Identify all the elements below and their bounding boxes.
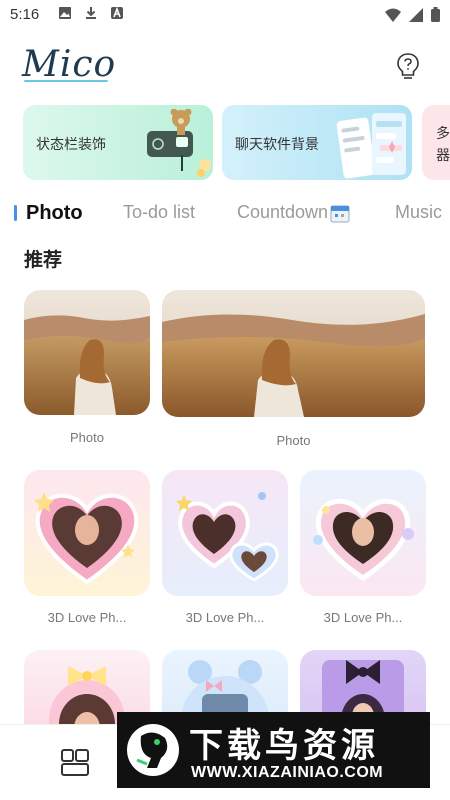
tab-photo[interactable]: Photo <box>26 202 83 225</box>
love-frame-caption: 3D Love Ph... <box>323 610 403 625</box>
lightbulb-help-icon[interactable] <box>395 52 421 82</box>
banner-more[interactable]: 多器 <box>422 105 450 180</box>
a-icon <box>111 6 123 19</box>
logo-underline <box>24 80 108 82</box>
app-logo: Mico <box>22 44 117 85</box>
image-icon <box>59 7 71 19</box>
photo-widget-caption: Photo <box>70 430 104 445</box>
phone-screens-illustration <box>336 113 406 179</box>
photo-widget-small[interactable] <box>24 290 150 415</box>
watermark-title: 下载鸟资源 <box>189 727 379 765</box>
active-tab-indicator <box>14 205 17 221</box>
love-frame-caption: 3D Love Ph... <box>185 610 265 625</box>
banner-label: 多器 <box>436 125 450 163</box>
photo-widget-wide[interactable] <box>162 290 425 417</box>
banner-label: 聊天软件背景 <box>235 136 319 152</box>
banner-label: 状态栏装饰 <box>36 136 106 152</box>
desert-girl-photo <box>162 290 425 417</box>
love-frame-caption: 3D Love Ph... <box>47 610 127 625</box>
heart-frame-illustration <box>34 492 139 585</box>
photo-widget-caption: Photo <box>276 433 311 448</box>
love-frame-widget[interactable] <box>300 470 426 596</box>
status-bar: 5:16 <box>0 0 450 30</box>
calendar-icon <box>330 205 350 223</box>
status-time: 5:16 <box>10 6 40 23</box>
battery-icon <box>431 7 440 22</box>
section-title-recommend: 推荐 <box>24 250 63 271</box>
bubble-heart-frame-illustration <box>313 498 414 582</box>
wifi-icon <box>385 8 401 22</box>
double-heart-frame-illustration <box>176 492 279 582</box>
banner-statusbar-decor[interactable]: 状态栏装饰 <box>23 105 213 180</box>
watermark-banner: 下载鸟资源 WWW.XIAZAINIAO.COM <box>117 712 430 788</box>
download-icon <box>86 7 96 19</box>
banner-chat-background[interactable]: 聊天软件背景 <box>222 105 412 180</box>
love-frame-widget[interactable] <box>24 470 150 596</box>
desert-girl-photo <box>24 290 150 415</box>
signal-icon <box>409 7 423 22</box>
tab-music[interactable]: Music <box>395 202 442 223</box>
tab-countdown-label: Countdown <box>237 202 329 222</box>
bear-phone-illustration <box>147 109 211 177</box>
tab-todo-list[interactable]: To-do list <box>123 202 195 223</box>
tab-countdown[interactable]: Countdown <box>237 202 350 223</box>
widgets-grid-icon[interactable] <box>60 747 90 777</box>
love-frame-widget[interactable] <box>162 470 288 596</box>
watermark-url: WWW.XIAZAINIAO.COM <box>191 764 384 781</box>
bird-logo-icon <box>127 724 179 776</box>
